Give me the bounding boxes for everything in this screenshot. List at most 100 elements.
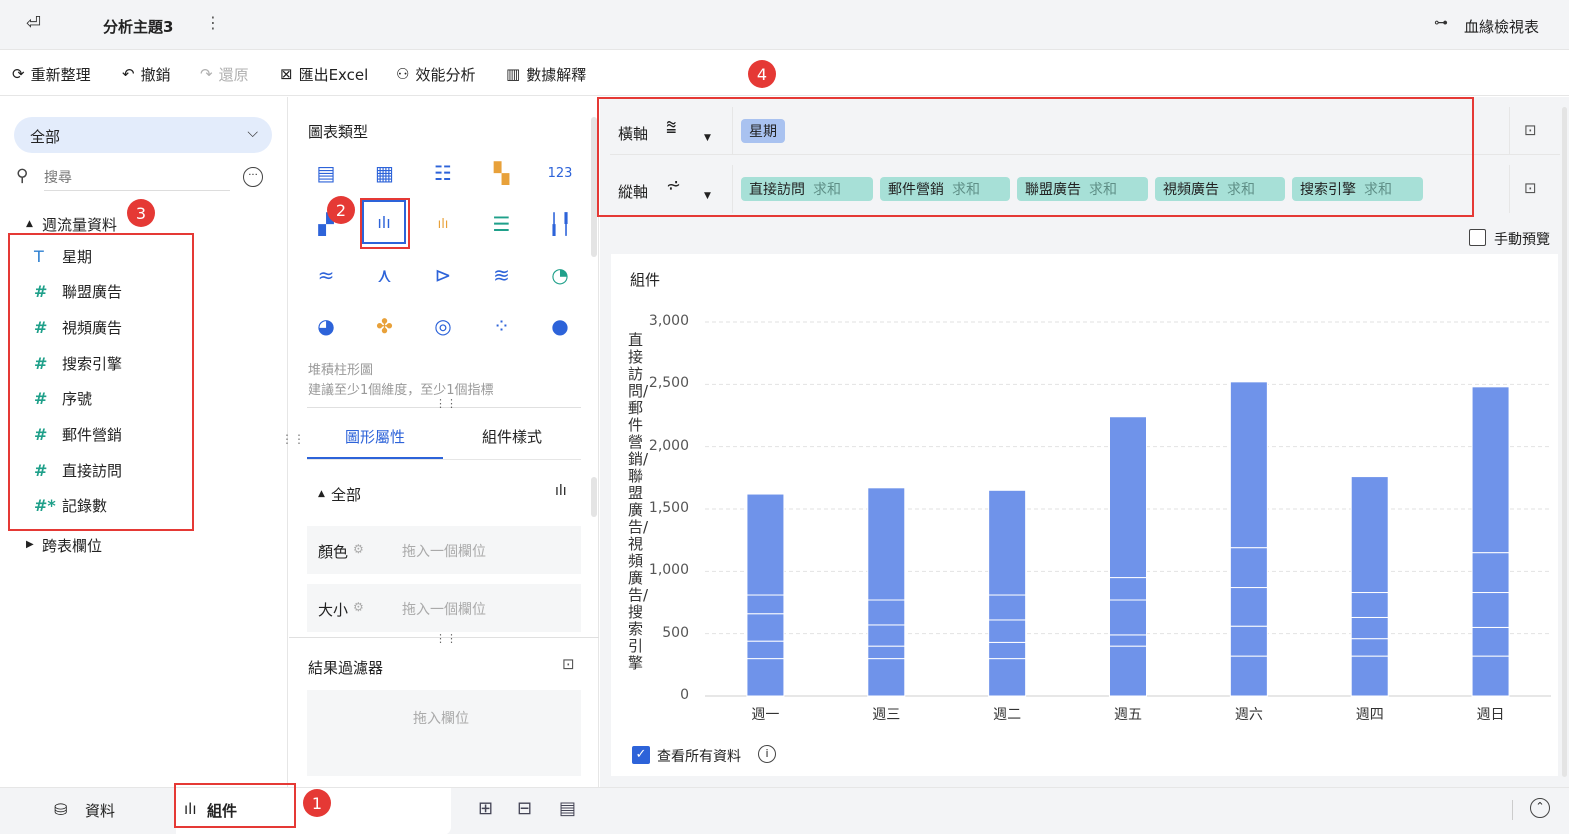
info-icon[interactable]: i bbox=[758, 745, 776, 763]
dashboard-icon[interactable]: ▚ bbox=[488, 159, 516, 187]
resize-handle[interactable]: ⋮⋮ bbox=[435, 397, 457, 410]
bar-segment[interactable] bbox=[1471, 386, 1510, 554]
manual-preview-checkbox[interactable] bbox=[1469, 229, 1486, 246]
collapse-up-icon[interactable]: ⌃ bbox=[1530, 798, 1550, 818]
resize-handle[interactable]: ⋮⋮ bbox=[435, 632, 457, 645]
redo-button[interactable]: ↷ 還原 bbox=[200, 63, 249, 85]
waterfall-icon[interactable]: ╽╿ bbox=[546, 210, 574, 238]
panel-resize-handle[interactable]: ⋮⋮ bbox=[281, 432, 305, 446]
radar-line-icon[interactable]: ⋏ bbox=[371, 261, 399, 289]
table-name[interactable]: 週流量資料 bbox=[42, 214, 117, 235]
stacked-bar-icon[interactable]: ılı bbox=[362, 200, 406, 244]
exit-icon[interactable]: ⏎ bbox=[26, 13, 41, 34]
pie-chart-icon[interactable]: ◕ bbox=[312, 312, 340, 340]
size-drop-zone[interactable]: 大小 ⚙ 拖入一個欄位 bbox=[307, 584, 581, 632]
view-all-checkbox[interactable]: ✓ bbox=[632, 746, 650, 764]
bar-segment[interactable] bbox=[1350, 616, 1389, 640]
search-input[interactable] bbox=[44, 165, 230, 191]
data-tab[interactable]: 資料 bbox=[85, 800, 115, 821]
detail-table-icon[interactable]: ☷ bbox=[429, 159, 457, 187]
bar-segment[interactable] bbox=[1109, 599, 1147, 636]
bar-segment[interactable] bbox=[1109, 577, 1147, 601]
y-field-pill[interactable]: 直接訪問 求和 bbox=[741, 177, 873, 201]
bar-segment[interactable] bbox=[1471, 552, 1510, 594]
y-axis-field-zone[interactable]: 直接訪問 求和 郵件營銷 求和 聯盟廣告 求和 視頻廣告 求和 搜索引擎 求和 bbox=[732, 165, 1510, 213]
more-vertical-icon[interactable]: ⋮ bbox=[205, 13, 221, 32]
grouped-bar-icon[interactable]: ılı bbox=[429, 210, 457, 238]
bar-segment[interactable] bbox=[1229, 381, 1268, 549]
export-excel-button[interactable]: ⊠ 匯出Excel bbox=[280, 63, 368, 85]
bar-segment[interactable] bbox=[1229, 655, 1268, 697]
expand-triangle-icon[interactable]: ▶ bbox=[26, 539, 34, 550]
bar-segment[interactable] bbox=[867, 487, 906, 601]
data-explain-button[interactable]: ▥ 數據解釋 bbox=[506, 63, 586, 85]
filter-drop-zone[interactable]: 拖入欄位 bbox=[307, 690, 581, 776]
y-field-pill[interactable]: 搜索引擎 求和 bbox=[1292, 177, 1423, 201]
bar-segment[interactable] bbox=[1229, 587, 1268, 627]
field-item[interactable]: # 聯盟廣告 bbox=[34, 280, 122, 304]
bar-segment[interactable] bbox=[1229, 547, 1268, 589]
bar-segment[interactable] bbox=[1471, 626, 1510, 657]
field-item[interactable]: T 星期 bbox=[34, 244, 92, 268]
preview-scrollbar[interactable] bbox=[1562, 107, 1567, 777]
dataset-select[interactable]: 全部 ⌵ bbox=[14, 117, 272, 153]
bar-segment[interactable] bbox=[746, 658, 785, 697]
bar-segment[interactable] bbox=[867, 658, 906, 697]
bar-segment[interactable] bbox=[746, 613, 785, 642]
bar-segment[interactable] bbox=[1109, 645, 1147, 697]
bar-segment[interactable] bbox=[746, 594, 785, 615]
gauge-icon[interactable]: ◔ bbox=[546, 261, 574, 289]
bar-segment[interactable] bbox=[746, 493, 785, 596]
tab-component-style[interactable]: 組件樣式 bbox=[482, 426, 542, 447]
field-item[interactable]: # 視頻廣告 bbox=[34, 315, 122, 339]
cross-table-fields[interactable]: 跨表欄位 bbox=[42, 535, 102, 556]
bar-segment[interactable] bbox=[1229, 625, 1268, 657]
bar-segment[interactable] bbox=[988, 641, 1027, 660]
scatter-icon[interactable]: ⁘ bbox=[488, 312, 516, 340]
bar-segment[interactable] bbox=[1350, 638, 1389, 657]
bar-chart-icon[interactable]: ılı bbox=[555, 483, 567, 499]
x-axis-lock-icon[interactable]: ⊡ bbox=[1524, 121, 1537, 139]
field-item[interactable]: # 直接訪問 bbox=[34, 458, 122, 482]
bar-segment[interactable] bbox=[1471, 655, 1510, 697]
color-settings-icon[interactable]: ⚙ bbox=[353, 542, 364, 556]
y-field-pill[interactable]: 視頻廣告 求和 bbox=[1155, 177, 1285, 201]
line-chart-icon[interactable]: ≈ bbox=[312, 261, 340, 289]
field-item[interactable]: #* 記錄數 bbox=[34, 494, 107, 518]
lineage-icon[interactable]: ⊶ bbox=[1434, 15, 1448, 31]
number-card-icon[interactable]: 123 bbox=[546, 159, 574, 187]
y-field-pill[interactable]: 聯盟廣告 求和 bbox=[1017, 177, 1148, 201]
x-axis-setting-icon[interactable]: ⩰ bbox=[666, 117, 677, 138]
radar-icon[interactable]: ⊳ bbox=[429, 261, 457, 289]
y-field-pill[interactable]: 郵件營銷 求和 bbox=[880, 177, 1010, 201]
y-axis-setting-icon[interactable]: ⩫ bbox=[666, 175, 681, 196]
rose-chart-icon[interactable]: ✤ bbox=[371, 312, 399, 340]
bar-segment[interactable] bbox=[746, 640, 785, 660]
performance-analysis-button[interactable]: ⚇ 效能分析 bbox=[396, 63, 475, 85]
add-component-icon[interactable]: ⊞ bbox=[478, 798, 493, 819]
bar-segment[interactable] bbox=[988, 489, 1027, 596]
dropdown-arrow-icon[interactable]: ▼ bbox=[704, 133, 711, 143]
cross-table-icon[interactable]: ▦ bbox=[371, 159, 399, 187]
color-drop-zone[interactable]: 顏色 ⚙ 拖入一個欄位 bbox=[307, 526, 581, 574]
x-axis-field-zone[interactable]: 星期 bbox=[732, 107, 1510, 155]
tab-graph-attributes[interactable]: 圖形屬性 bbox=[345, 426, 405, 447]
filter-lock-icon[interactable]: ⊡ bbox=[562, 655, 575, 673]
bar-segment[interactable] bbox=[1109, 634, 1147, 647]
bar-segment[interactable] bbox=[988, 594, 1027, 621]
all-triangle-icon[interactable]: ▲ bbox=[318, 489, 325, 499]
chart-type-scrollbar[interactable] bbox=[591, 117, 597, 257]
field-item[interactable]: # 序號 bbox=[34, 387, 92, 411]
bar-segment[interactable] bbox=[1471, 592, 1510, 628]
bubble-icon[interactable]: ● bbox=[546, 312, 574, 340]
field-item[interactable]: # 郵件營銷 bbox=[34, 423, 122, 447]
bar-segment[interactable] bbox=[867, 645, 906, 660]
bar-segment[interactable] bbox=[867, 599, 906, 626]
table-icon[interactable]: ▤ bbox=[312, 159, 340, 187]
horizontal-bar-icon[interactable]: ☰ bbox=[488, 210, 516, 238]
dropdown-arrow-icon[interactable]: ▼ bbox=[704, 191, 711, 201]
lineage-view-link[interactable]: 血緣檢視表 bbox=[1464, 16, 1539, 37]
bar-segment[interactable] bbox=[1350, 592, 1389, 618]
add-table-icon[interactable]: ⊟ bbox=[517, 798, 532, 819]
bar-segment[interactable] bbox=[867, 624, 906, 647]
